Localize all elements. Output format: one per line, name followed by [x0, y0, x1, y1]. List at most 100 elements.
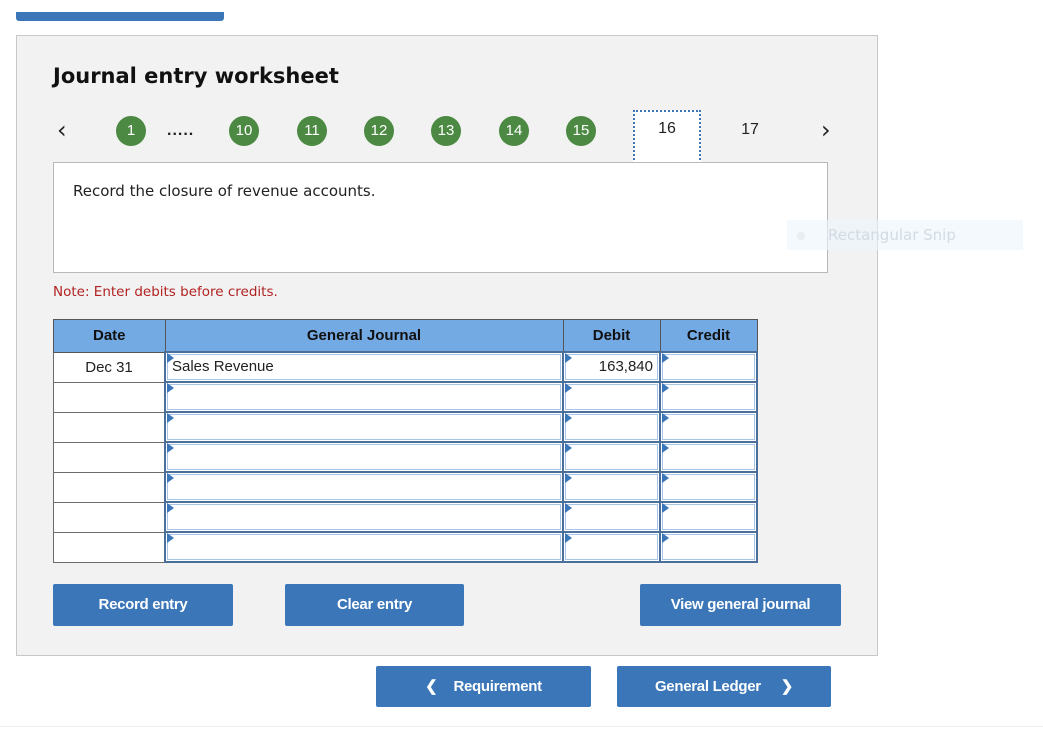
- credit-input-cell: [659, 471, 758, 503]
- date-cell: [53, 441, 166, 473]
- credit-input-cell: [659, 381, 758, 413]
- dropdown-marker-icon: [662, 443, 669, 453]
- step-13[interactable]: 13: [431, 116, 461, 146]
- dropdown-marker-icon: [662, 413, 669, 423]
- account-input-cell: [164, 531, 564, 563]
- debit-input[interactable]: [565, 534, 658, 560]
- account-input[interactable]: [167, 414, 561, 440]
- date-cell: [53, 531, 166, 563]
- table-row: [53, 531, 758, 563]
- record-entry-button[interactable]: Record entry: [53, 584, 233, 626]
- step-navigation: ‹ 1 ..... 10 11 12 13 14 15 16 17 ›: [17, 110, 879, 164]
- dropdown-marker-icon: [662, 503, 669, 513]
- account-input[interactable]: [167, 534, 561, 560]
- date-cell: [53, 471, 166, 503]
- debit-input-cell: [562, 411, 661, 443]
- credit-input[interactable]: [662, 354, 755, 380]
- debit-input[interactable]: [565, 504, 658, 530]
- step-11[interactable]: 11: [297, 116, 327, 146]
- account-input[interactable]: [167, 444, 561, 470]
- debit-input-cell: 163,840: [562, 351, 661, 383]
- dropdown-marker-icon: [565, 473, 572, 483]
- debit-input-cell: [562, 381, 661, 413]
- dropdown-marker-icon: [662, 473, 669, 483]
- credit-input[interactable]: [662, 504, 755, 530]
- debit-input[interactable]: [565, 474, 658, 500]
- credit-input[interactable]: [662, 384, 755, 410]
- account-input-cell: [164, 471, 564, 503]
- dropdown-marker-icon: [565, 533, 572, 543]
- step-15[interactable]: 15: [566, 116, 596, 146]
- step-16-current[interactable]: 16: [633, 110, 701, 164]
- chevron-left-icon[interactable]: ‹: [57, 114, 67, 146]
- dropdown-marker-icon: [167, 503, 174, 513]
- credit-input[interactable]: [662, 474, 755, 500]
- debit-input-cell: [562, 441, 661, 473]
- question-box: Record the closure of revenue accounts.: [53, 162, 828, 273]
- credit-input-cell: [659, 411, 758, 443]
- snip-label: Rectangular Snip: [828, 226, 956, 244]
- dropdown-marker-icon: [565, 353, 572, 363]
- question-text: Record the closure of revenue accounts.: [73, 182, 376, 200]
- debit-input[interactable]: [565, 444, 658, 470]
- table-row: [53, 441, 758, 473]
- table-row: [53, 471, 758, 503]
- dropdown-marker-icon: [662, 353, 669, 363]
- account-input-cell: Sales Revenue: [164, 351, 564, 383]
- debit-input-cell: [562, 501, 661, 533]
- credit-input[interactable]: [662, 414, 755, 440]
- step-1[interactable]: 1: [116, 116, 146, 146]
- header-credit: Credit: [659, 319, 758, 353]
- dropdown-marker-icon: [662, 383, 669, 393]
- account-input-cell: [164, 411, 564, 443]
- table-row: [53, 411, 758, 443]
- header-debit: Debit: [562, 319, 661, 353]
- dropdown-marker-icon: [565, 413, 572, 423]
- step-12[interactable]: 12: [364, 116, 394, 146]
- dropdown-marker-icon: [167, 413, 174, 423]
- debit-input-cell: [562, 531, 661, 563]
- debit-input[interactable]: 163,840: [565, 354, 658, 380]
- debit-input[interactable]: [565, 414, 658, 440]
- date-cell: [53, 501, 166, 533]
- date-cell: Dec 31: [53, 351, 166, 383]
- table-header-row: Date General Journal Debit Credit: [53, 319, 758, 353]
- credit-input[interactable]: [662, 444, 755, 470]
- debit-input-cell: [562, 471, 661, 503]
- step-14[interactable]: 14: [499, 116, 529, 146]
- dropdown-marker-icon: [167, 383, 174, 393]
- dropdown-marker-icon: [565, 503, 572, 513]
- journal-table: Date General Journal Debit Credit Dec 31…: [53, 319, 758, 563]
- header-general-journal: General Journal: [164, 319, 564, 353]
- chevron-left-icon: ❮: [425, 678, 438, 695]
- general-ledger-button[interactable]: General Ledger ❯: [617, 666, 831, 707]
- account-input-cell: [164, 381, 564, 413]
- dropdown-marker-icon: [167, 533, 174, 543]
- dropdown-marker-icon: [565, 443, 572, 453]
- credit-input-cell: [659, 351, 758, 383]
- account-input-cell: [164, 501, 564, 533]
- journal-entry-worksheet-panel: Journal entry worksheet ‹ 1 ..... 10 11 …: [16, 35, 878, 656]
- table-row: [53, 381, 758, 413]
- credit-input[interactable]: [662, 534, 755, 560]
- clear-entry-button[interactable]: Clear entry: [285, 584, 464, 626]
- dropdown-marker-icon: [662, 533, 669, 543]
- view-general-journal-button[interactable]: View general journal: [640, 584, 841, 626]
- debit-input[interactable]: [565, 384, 658, 410]
- step-17[interactable]: 17: [735, 114, 765, 146]
- chevron-right-icon[interactable]: ›: [821, 114, 831, 146]
- account-input[interactable]: [167, 384, 561, 410]
- dropdown-marker-icon: [565, 383, 572, 393]
- table-row: Dec 31 Sales Revenue 163,840: [53, 351, 758, 383]
- divider: [0, 726, 1043, 727]
- rectangular-snip-overlay: Rectangular Snip: [787, 220, 1023, 250]
- account-input[interactable]: Sales Revenue: [167, 354, 561, 380]
- table-row: [53, 501, 758, 533]
- account-input[interactable]: [167, 504, 561, 530]
- dropdown-marker-icon: [167, 353, 174, 363]
- account-input[interactable]: [167, 474, 561, 500]
- snip-dot-icon: [797, 232, 805, 240]
- requirement-button[interactable]: ❮ Requirement: [376, 666, 591, 707]
- step-10[interactable]: 10: [229, 116, 259, 146]
- credit-input-cell: [659, 441, 758, 473]
